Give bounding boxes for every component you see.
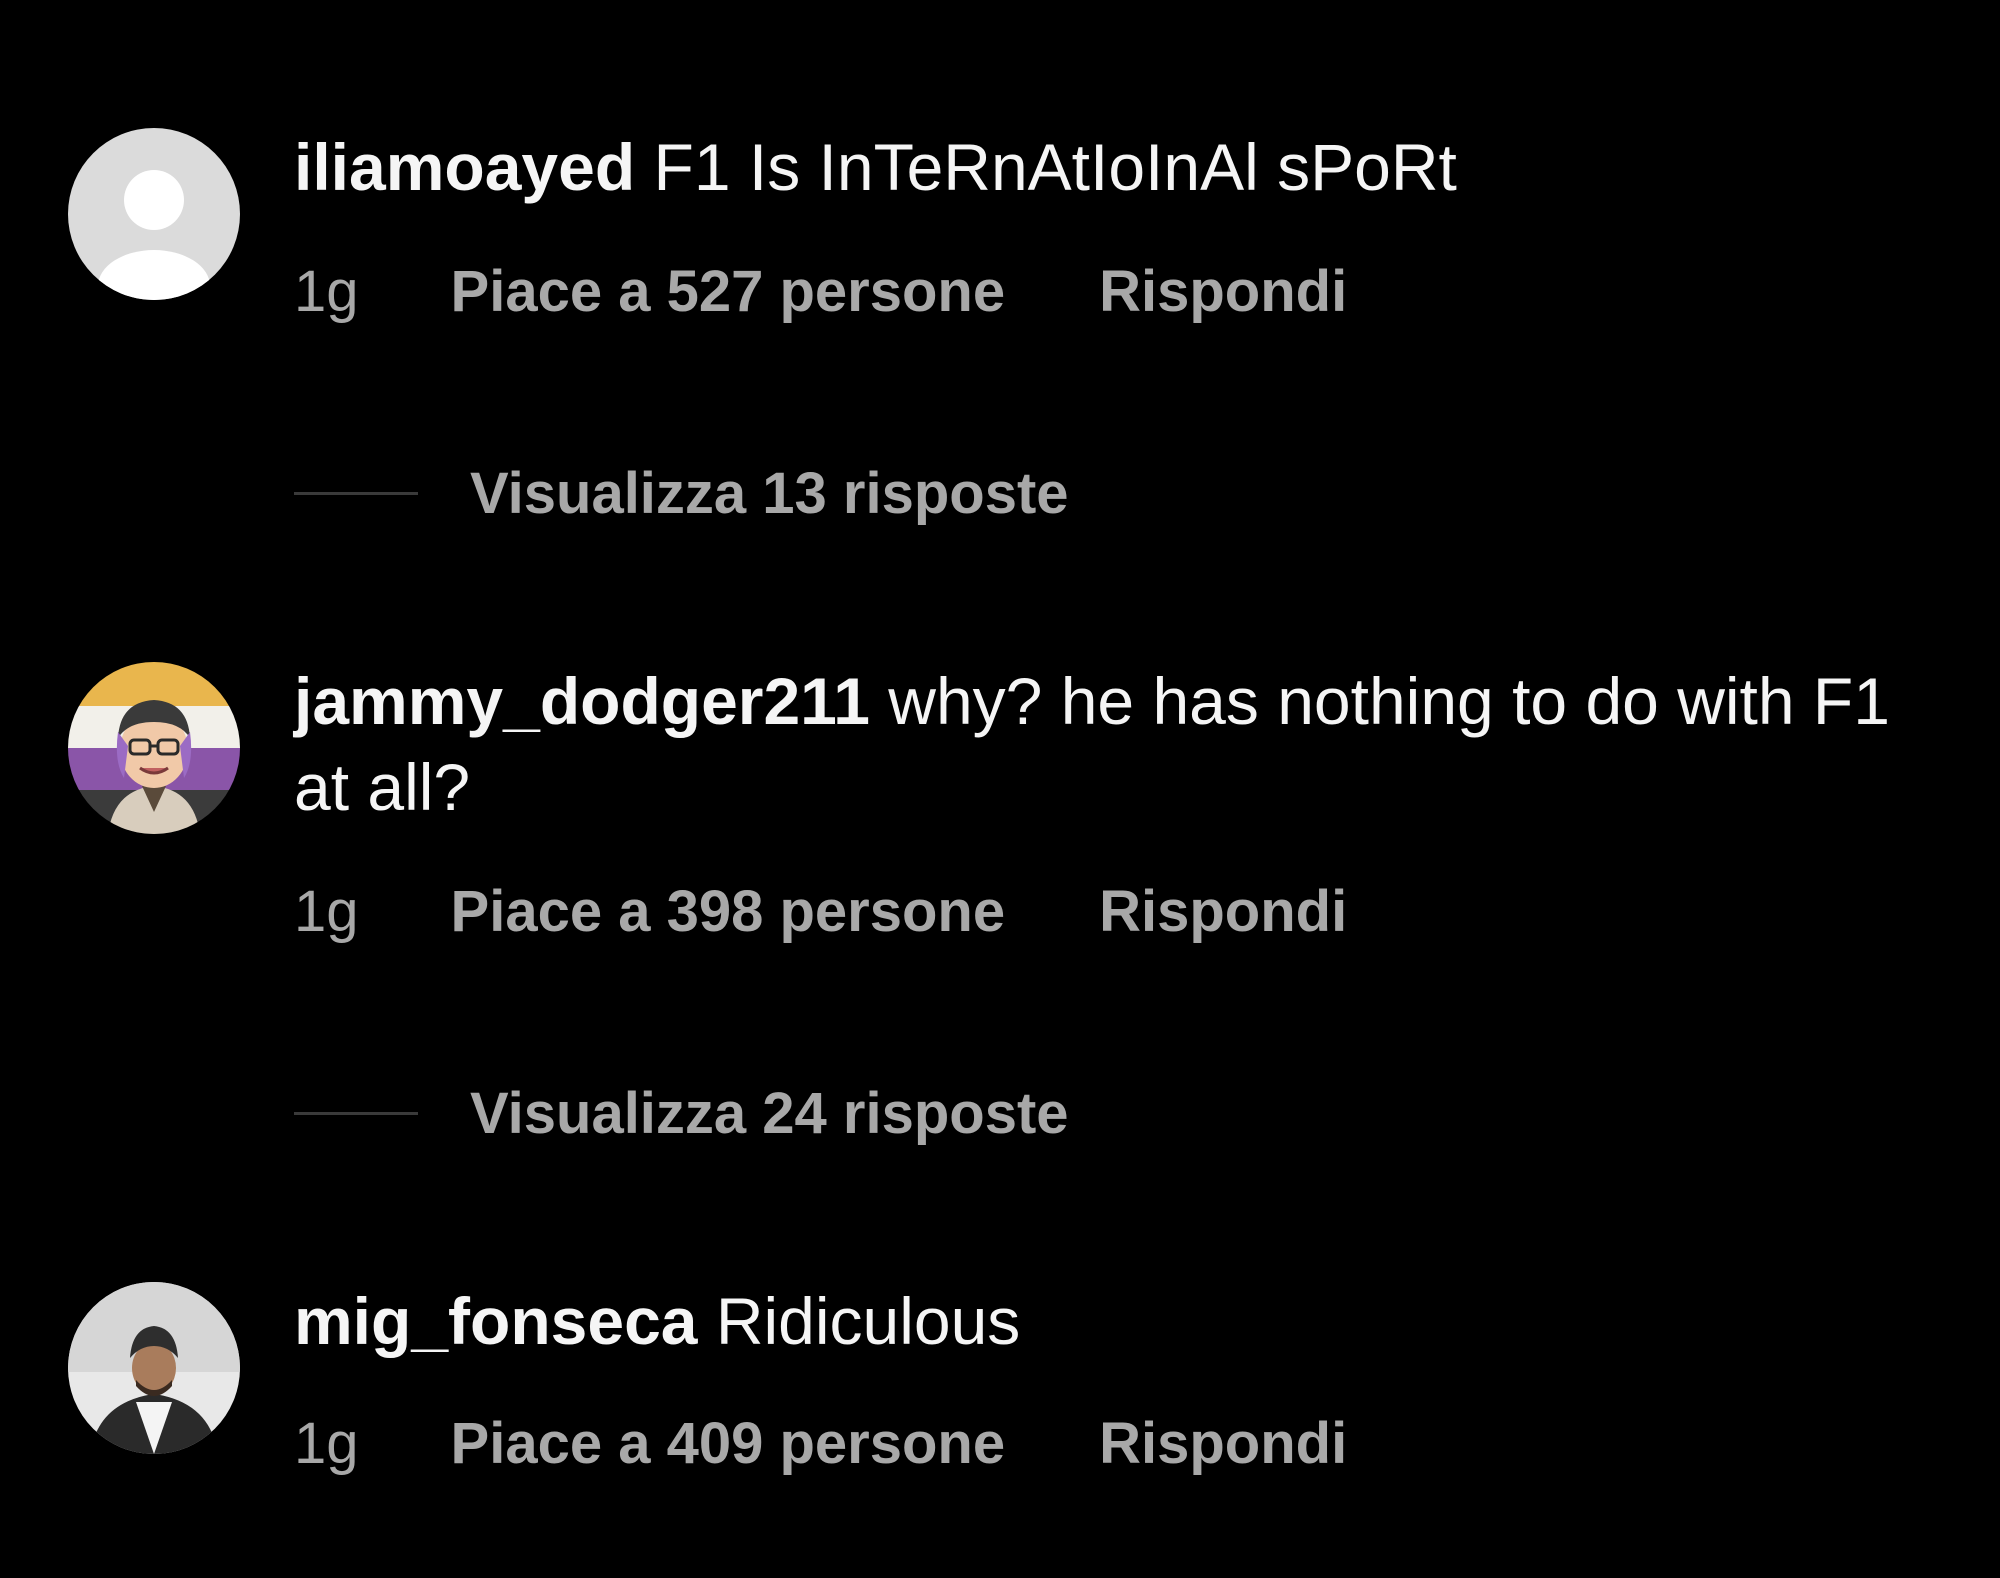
likes-count[interactable]: Piace a 409 persone (451, 1410, 1006, 1477)
cartoon-avatar-icon (68, 662, 240, 834)
avatar[interactable] (68, 662, 240, 834)
comment-time: 1g (294, 259, 359, 324)
likes-count[interactable]: Piace a 398 persone (451, 878, 1006, 945)
comment-meta: 1g Piace a 398 persone Rispondi (294, 878, 1347, 945)
comment-message: Ridiculous (715, 1284, 1021, 1358)
likes-count[interactable]: Piace a 527 persone (451, 258, 1006, 325)
comment-text: iliamoayed F1 Is InTeRnAtIoInAl sPoRt (294, 124, 1954, 210)
view-replies-label[interactable]: Visualizza 13 risposte (470, 460, 1069, 527)
comment-content: jammy_dodger211 why? he has nothing to d… (294, 658, 1954, 830)
avatar[interactable] (68, 128, 240, 300)
view-replies-button[interactable]: Visualizza 13 risposte (294, 460, 1069, 527)
comment-time: 1g (294, 1411, 359, 1476)
replies-divider (294, 492, 418, 495)
view-replies-button[interactable]: Visualizza 24 risposte (294, 1080, 1069, 1147)
comment-username[interactable]: jammy_dodger211 (294, 664, 870, 738)
avatar[interactable] (68, 1282, 240, 1454)
view-replies-label[interactable]: Visualizza 24 risposte (470, 1080, 1069, 1147)
reply-button[interactable]: Rispondi (1099, 878, 1347, 945)
photo-avatar-icon (68, 1282, 240, 1454)
replies-divider (294, 1112, 418, 1115)
comment-username[interactable]: iliamoayed (294, 130, 635, 204)
comment-text: mig_fonseca Ridiculous (294, 1278, 1954, 1364)
reply-button[interactable]: Rispondi (1099, 1410, 1347, 1477)
comment-meta: 1g Piace a 527 persone Rispondi (294, 258, 1347, 325)
default-profile-icon (68, 128, 240, 300)
comment-content: iliamoayed F1 Is InTeRnAtIoInAl sPoRt (294, 124, 1954, 210)
comment-message: F1 Is InTeRnAtIoInAl sPoRt (653, 130, 1457, 204)
comment-username[interactable]: mig_fonseca (294, 1284, 697, 1358)
comment-content: mig_fonseca Ridiculous (294, 1278, 1954, 1364)
comment-meta: 1g Piace a 409 persone Rispondi (294, 1410, 1347, 1477)
comment-time: 1g (294, 879, 359, 944)
reply-button[interactable]: Rispondi (1099, 258, 1347, 325)
comment-text: jammy_dodger211 why? he has nothing to d… (294, 658, 1954, 830)
